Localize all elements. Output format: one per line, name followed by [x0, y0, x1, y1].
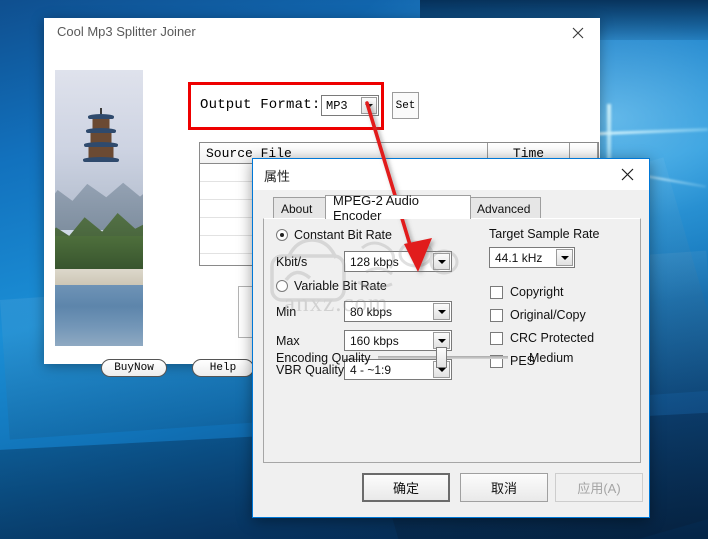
close-glyph	[572, 27, 584, 39]
copyright-label: Copyright	[510, 285, 564, 299]
properties-dialog: 属性 About MPEG-2 Audio Encoder Advanced C…	[252, 158, 650, 518]
vbr-quality-label: VBR Quality	[276, 363, 345, 377]
apply-button: 应用(A)	[555, 473, 643, 502]
output-format-highlight-box	[188, 82, 384, 130]
encoding-quality-slider-thumb[interactable]	[436, 347, 447, 368]
ok-button[interactable]: 确定	[362, 473, 450, 502]
caret-glyph	[437, 367, 446, 372]
photo-water	[55, 285, 143, 346]
min-bitrate-dropdown[interactable]: 80 kbps	[344, 301, 452, 322]
target-sample-rate-label: Target Sample Rate	[489, 227, 600, 241]
constant-bit-rate-radio[interactable]: Constant Bit Rate	[276, 228, 392, 242]
close-icon[interactable]	[556, 18, 600, 48]
tab-about[interactable]: About	[273, 197, 328, 219]
properties-dialog-title: 属性	[264, 169, 291, 184]
help-button[interactable]: Help	[192, 359, 254, 377]
caret-glyph	[437, 259, 446, 264]
encoding-quality-value: Medium	[529, 351, 574, 365]
encoding-quality-label: Encoding Quality	[276, 351, 371, 365]
original-copy-label: Original/Copy	[510, 308, 586, 322]
checkbox-icon	[490, 308, 503, 322]
crc-protected-label: CRC Protected	[510, 331, 595, 345]
checkbox-icon	[490, 331, 503, 345]
desktop-screen: Cool Mp3 Splitter Joiner Output Format: …	[0, 0, 708, 539]
tab-advanced[interactable]: Advanced	[469, 197, 541, 219]
app-banner-photo	[55, 70, 143, 346]
max-bitrate-value: 160 kbps	[350, 334, 399, 348]
caret-glyph	[560, 255, 569, 260]
radio-icon-unselected	[276, 280, 288, 292]
dialog-button-row: 确定 取消 应用(A)	[253, 473, 649, 503]
tab-mpeg-2-audio-encoder[interactable]: MPEG-2 Audio Encoder	[325, 193, 471, 223]
target-sample-rate-value: 44.1 kHz	[495, 251, 543, 265]
buynow-button[interactable]: BuyNow	[101, 359, 167, 377]
encoder-settings-panel: Constant Bit Rate Kbit/s 128 kbps Variab…	[263, 218, 641, 463]
photo-pagoda	[83, 108, 119, 166]
radio-icon-selected	[276, 229, 288, 241]
caret-glyph	[437, 338, 446, 343]
properties-tabstrip: About MPEG-2 Audio Encoder Advanced	[263, 193, 641, 223]
chevron-down-icon[interactable]	[433, 253, 450, 270]
checkbox-icon	[490, 285, 503, 299]
constant-bit-rate-label: Constant Bit Rate	[294, 228, 392, 242]
kbits-label: Kbit/s	[276, 255, 308, 269]
min-label: Min	[276, 305, 297, 319]
set-button[interactable]: Set	[392, 92, 419, 119]
crc-protected-checkbox[interactable]: CRC Protected	[490, 331, 594, 345]
vbr-quality-value: 4 - ~1:9	[350, 363, 392, 377]
cancel-button[interactable]: 取消	[460, 473, 548, 502]
main-window-title: Cool Mp3 Splitter Joiner	[57, 24, 196, 39]
max-label: Max	[276, 334, 300, 348]
caret-glyph	[437, 309, 446, 314]
pagoda-roof-4	[83, 157, 119, 162]
target-sample-rate-dropdown[interactable]: 44.1 kHz	[489, 247, 575, 268]
variable-bit-rate-label: Variable Bit Rate	[294, 279, 387, 293]
min-bitrate-value: 80 kbps	[350, 305, 393, 319]
copyright-checkbox[interactable]: Copyright	[490, 285, 564, 299]
main-window-titlebar: Cool Mp3 Splitter Joiner	[44, 18, 600, 48]
kbits-value: 128 kbps	[350, 255, 399, 269]
chevron-down-icon[interactable]	[433, 303, 450, 320]
close-glyph	[621, 168, 633, 181]
close-icon[interactable]	[605, 159, 649, 190]
variable-bit-rate-radio[interactable]: Variable Bit Rate	[276, 279, 387, 293]
chevron-down-icon[interactable]	[556, 249, 573, 266]
original-copy-checkbox[interactable]: Original/Copy	[490, 308, 586, 322]
properties-dialog-titlebar: 属性	[253, 159, 649, 190]
kbits-dropdown[interactable]: 128 kbps	[344, 251, 452, 272]
